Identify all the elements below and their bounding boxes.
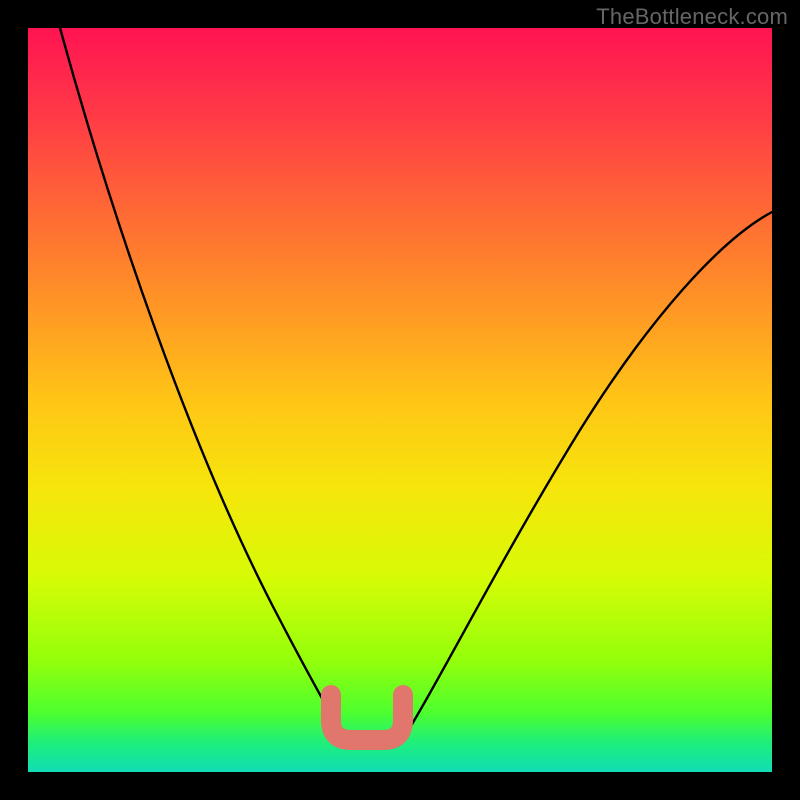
gradient-panel (28, 28, 772, 772)
bottleneck-chart (0, 0, 800, 800)
watermark-text: TheBottleneck.com (596, 4, 788, 30)
chart-stage: TheBottleneck.com (0, 0, 800, 800)
